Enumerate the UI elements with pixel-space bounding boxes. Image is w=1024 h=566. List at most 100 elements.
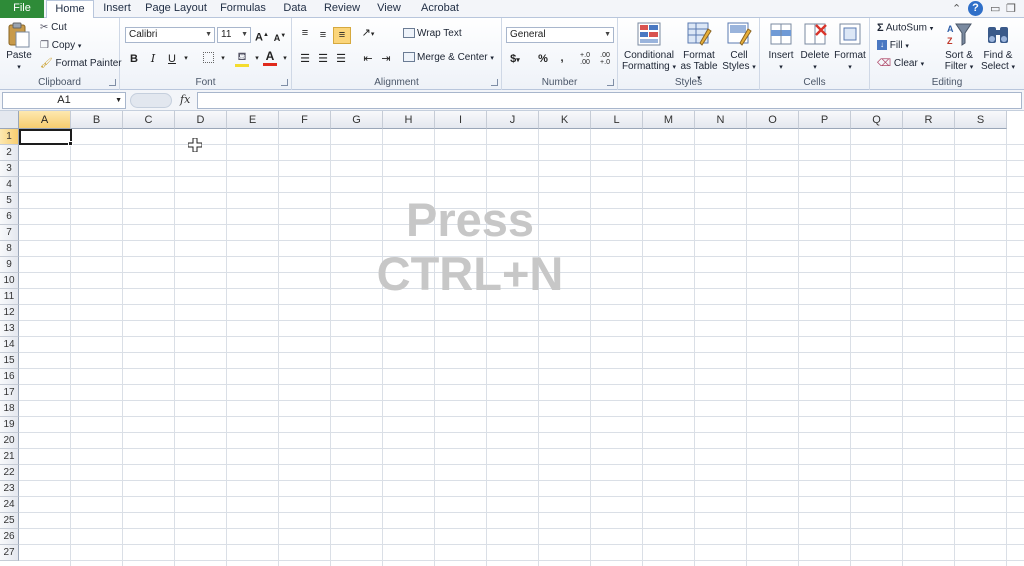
paste-button[interactable]: Paste ▾ [4, 21, 34, 73]
number-launcher-icon[interactable] [607, 79, 614, 86]
autosum-button[interactable]: Σ AutoSum ▾ [877, 22, 933, 34]
row-header[interactable]: 6 [0, 209, 19, 225]
tab-insert[interactable]: Insert [96, 0, 138, 18]
tab-data[interactable]: Data [276, 0, 314, 18]
font-color-button[interactable]: A [262, 49, 278, 66]
column-header[interactable]: G [331, 111, 383, 129]
row-header[interactable]: 20 [0, 433, 19, 449]
row-header[interactable]: 3 [0, 161, 19, 177]
align-middle-button[interactable]: ≡ [315, 28, 331, 42]
grow-font-button[interactable]: A▲ [254, 28, 270, 44]
column-header[interactable]: H [383, 111, 435, 129]
row-header[interactable]: 23 [0, 481, 19, 497]
column-header[interactable]: J [487, 111, 539, 129]
tab-formulas[interactable]: Formulas [214, 0, 272, 18]
percent-button[interactable]: % [535, 52, 551, 66]
font-name-select[interactable]: Calibri ▼ [125, 27, 215, 43]
row-header[interactable]: 13 [0, 321, 19, 337]
column-header[interactable]: R [903, 111, 955, 129]
font-color-dropdown-icon[interactable]: ▾ [277, 52, 293, 66]
font-launcher-icon[interactable] [281, 79, 288, 86]
formula-bar-splitter[interactable] [130, 93, 172, 108]
minimize-ribbon-icon[interactable]: ⌃ [952, 2, 961, 15]
alignment-launcher-icon[interactable] [491, 79, 498, 86]
format-painter-button[interactable]: 🖌 Format Painter [40, 58, 122, 69]
active-cell-a1[interactable] [19, 129, 72, 145]
tab-acrobat[interactable]: Acrobat [414, 0, 466, 18]
borders-button[interactable] [200, 52, 216, 66]
select-all-corner[interactable] [0, 111, 19, 129]
delete-cells-button[interactable]: Delete ▾ [798, 21, 832, 73]
bold-button[interactable]: B [126, 52, 142, 66]
currency-button[interactable]: $▾ [507, 52, 523, 66]
copy-button[interactable]: ❐ Copy ▾ [40, 40, 81, 51]
window-restore-icon[interactable]: ❐ [1006, 2, 1016, 15]
fill-handle[interactable] [68, 141, 73, 146]
decrease-indent-button[interactable]: ⇤ [360, 52, 376, 66]
row-header[interactable]: 21 [0, 449, 19, 465]
comma-style-button[interactable]: , [554, 51, 570, 65]
row-header[interactable]: 7 [0, 225, 19, 241]
formula-input[interactable] [197, 92, 1022, 109]
format-as-table-button[interactable]: Format as Table ▾ [678, 21, 720, 84]
underline-dropdown-icon[interactable]: ▾ [178, 52, 194, 66]
row-header[interactable]: 25 [0, 513, 19, 529]
column-header[interactable]: B [71, 111, 123, 129]
row-header[interactable]: 19 [0, 417, 19, 433]
row-header[interactable]: 1 [0, 129, 19, 145]
column-header[interactable]: Q [851, 111, 903, 129]
row-header[interactable]: 10 [0, 273, 19, 289]
row-header[interactable]: 14 [0, 337, 19, 353]
align-center-button[interactable]: ☰ [315, 52, 331, 66]
cell-styles-button[interactable]: Cell Styles ▾ [721, 21, 757, 73]
row-header[interactable]: 2 [0, 145, 19, 161]
tab-page-layout[interactable]: Page Layout [142, 0, 210, 18]
column-header[interactable]: M [643, 111, 695, 129]
row-header[interactable]: 8 [0, 241, 19, 257]
find-select-button[interactable]: Find & Select ▾ [976, 21, 1020, 73]
row-header[interactable]: 26 [0, 529, 19, 545]
tab-file[interactable]: File [0, 0, 44, 18]
row-header[interactable]: 16 [0, 369, 19, 385]
align-bottom-button[interactable]: ≡ [333, 27, 351, 44]
column-header[interactable]: F [279, 111, 331, 129]
merge-center-button[interactable]: Merge & Center ▾ [403, 52, 494, 63]
insert-cells-button[interactable]: Insert ▾ [764, 21, 798, 73]
column-header[interactable]: O [747, 111, 799, 129]
decrease-decimal-button[interactable]: .00 +.0 [596, 52, 614, 66]
row-header[interactable]: 11 [0, 289, 19, 305]
column-header[interactable]: K [539, 111, 591, 129]
font-size-select[interactable]: 11 ▼ [217, 27, 251, 43]
orientation-button[interactable]: ↗▾ [360, 26, 376, 40]
column-header[interactable]: S [955, 111, 1007, 129]
row-header[interactable]: 22 [0, 465, 19, 481]
number-format-select[interactable]: General ▼ [506, 27, 614, 43]
conditional-formatting-button[interactable]: Conditional Formatting ▾ [620, 21, 678, 73]
fill-button[interactable]: ↓ Fill ▾ [877, 40, 909, 51]
row-header[interactable]: 24 [0, 497, 19, 513]
help-icon[interactable]: ? [968, 1, 983, 16]
wrap-text-button[interactable]: Wrap Text [403, 28, 462, 39]
align-right-button[interactable]: ☰ [333, 52, 349, 66]
row-header[interactable]: 17 [0, 385, 19, 401]
column-header[interactable]: N [695, 111, 747, 129]
row-header[interactable]: 9 [0, 257, 19, 273]
increase-decimal-button[interactable]: +.0 .00 [576, 52, 594, 66]
row-header[interactable]: 12 [0, 305, 19, 321]
align-top-button[interactable]: ≡ [297, 26, 313, 40]
cut-button[interactable]: ✂ Cut [40, 22, 67, 33]
worksheet-grid[interactable]: A B C D E F G H I J K L M N O P Q R S 1 2 3 4 5 6 7 8 9 10 11 12 13 14 15… [0, 111, 1024, 566]
clipboard-launcher-icon[interactable] [109, 79, 116, 86]
clear-button[interactable]: ⌫ Clear ▾ [877, 58, 924, 69]
column-header[interactable]: P [799, 111, 851, 129]
tab-review[interactable]: Review [318, 0, 366, 18]
row-header[interactable]: 4 [0, 177, 19, 193]
tab-view[interactable]: View [370, 0, 408, 18]
row-header[interactable]: 27 [0, 545, 19, 561]
italic-button[interactable]: I [145, 52, 161, 66]
tab-home[interactable]: Home [46, 0, 94, 19]
fill-color-button[interactable]: ⛾ [234, 50, 250, 67]
increase-indent-button[interactable]: ⇥ [378, 52, 394, 66]
column-header[interactable]: I [435, 111, 487, 129]
borders-dropdown-icon[interactable]: ▾ [215, 52, 231, 66]
